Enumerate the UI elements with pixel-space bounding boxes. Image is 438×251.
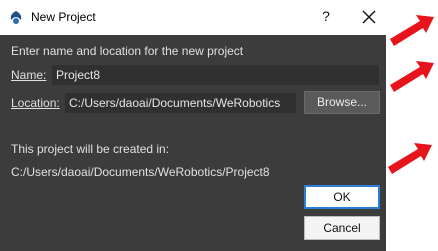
browse-button[interactable]: Browse... — [304, 91, 380, 114]
instruction-text: Enter name and location for the new proj… — [11, 44, 244, 58]
cancel-button[interactable]: Cancel — [304, 216, 380, 240]
created-in-label: This project will be created in: — [11, 142, 170, 156]
window-title: New Project — [31, 10, 96, 24]
location-input[interactable]: C:/Users/daoai/Documents/WeRobotics — [65, 93, 296, 113]
red-arrow-icon — [388, 143, 432, 174]
created-path-text: C:/Users/daoai/Documents/WeRobotics/Proj… — [11, 165, 270, 179]
help-button[interactable]: ? — [318, 6, 334, 26]
red-arrow-icon — [390, 61, 434, 92]
app-icon — [10, 11, 22, 24]
red-arrow-icon — [390, 15, 434, 46]
location-label: Location: — [11, 96, 60, 110]
title-bar: New Project ? — [0, 0, 438, 35]
ok-button[interactable]: OK — [304, 185, 380, 209]
project-name-input[interactable]: Project8 — [52, 65, 379, 85]
new-project-dialog: Enter name and location for the new proj… — [0, 35, 386, 251]
close-icon[interactable] — [358, 6, 380, 28]
name-label: Name: — [11, 68, 47, 82]
